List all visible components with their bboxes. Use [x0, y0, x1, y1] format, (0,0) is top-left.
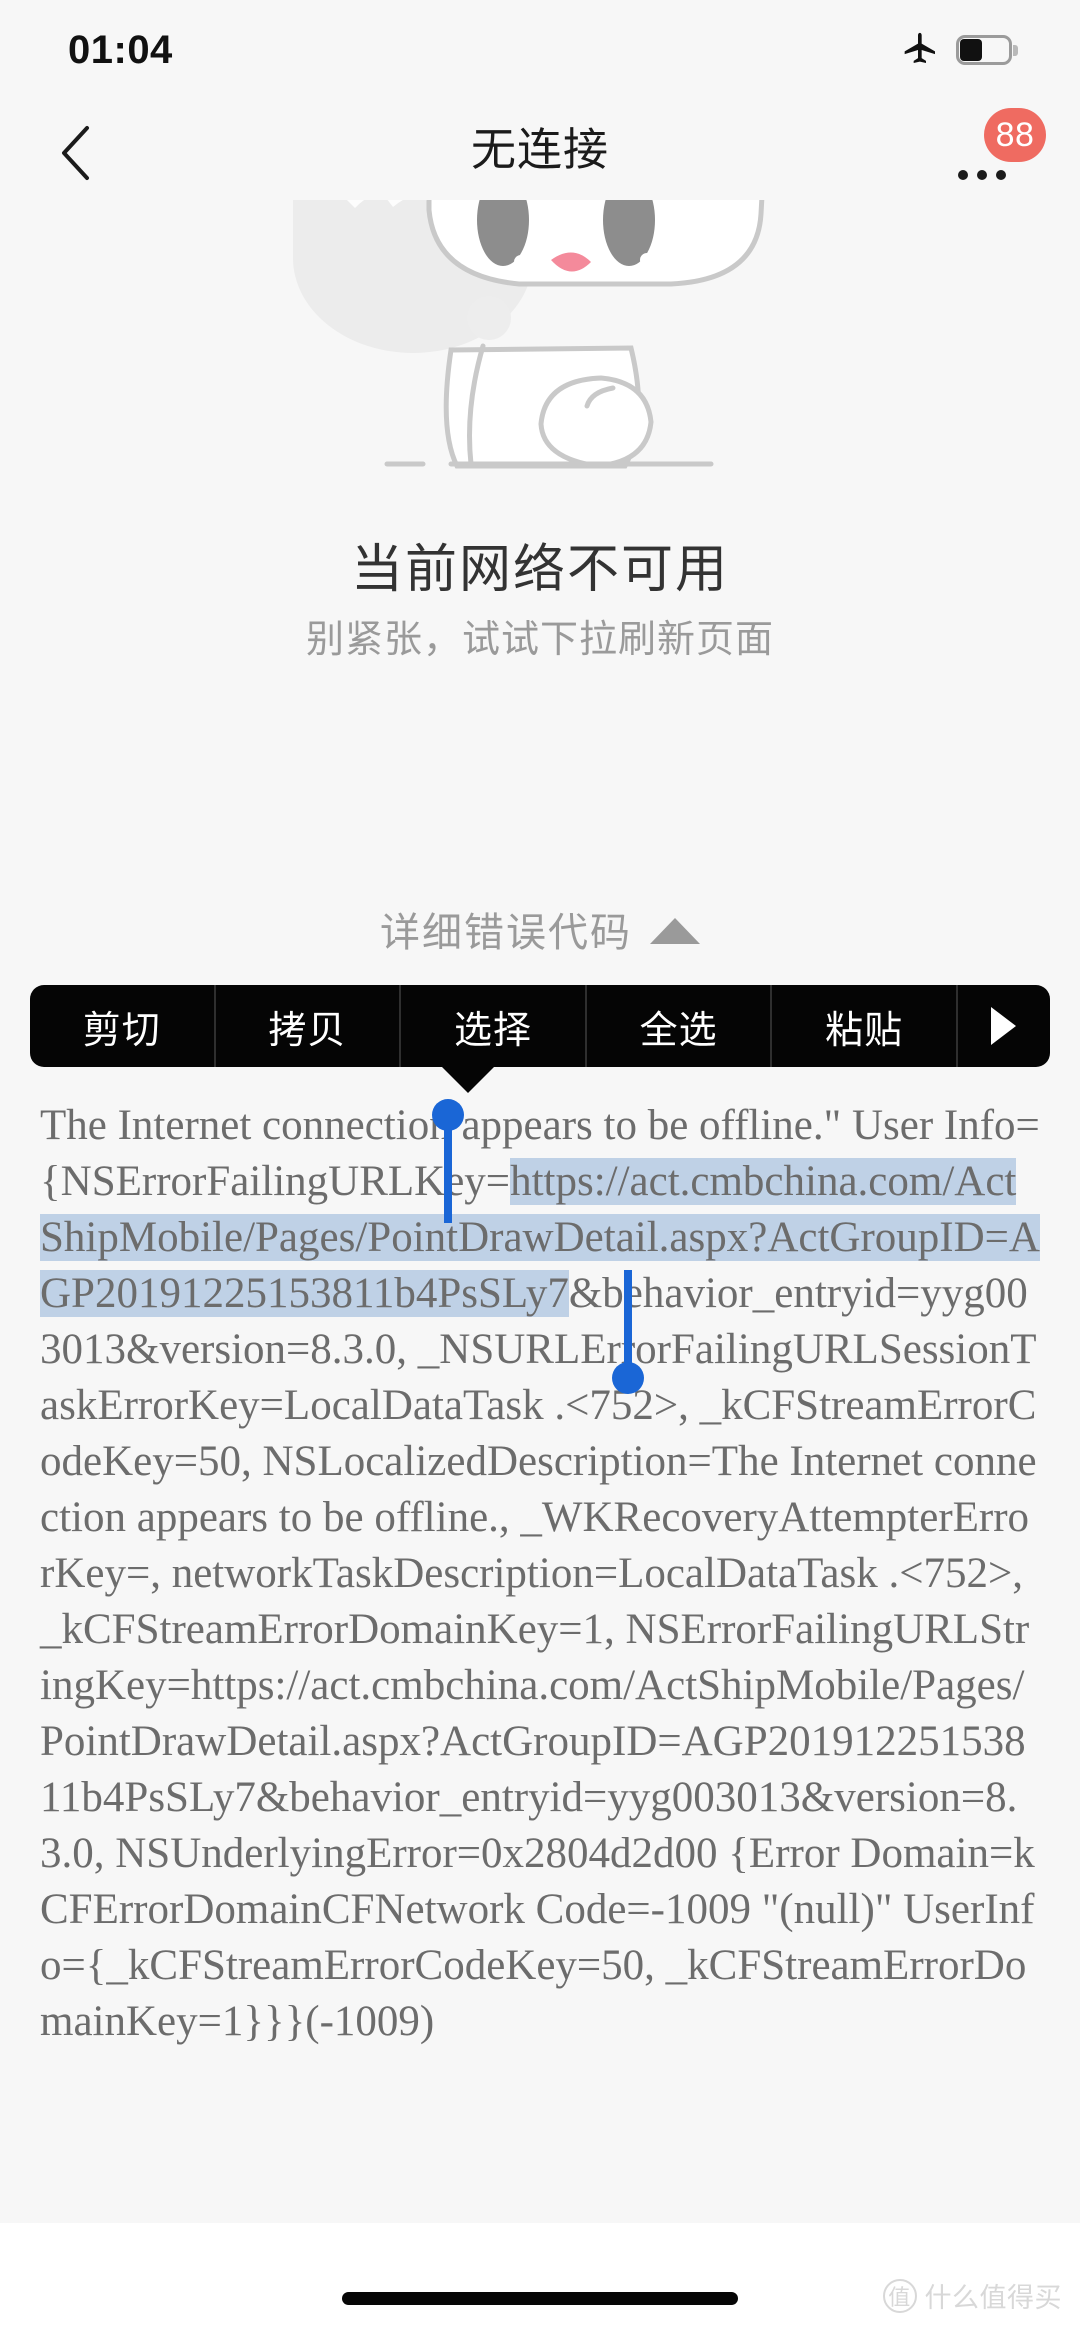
watermark-logo-icon: 值 — [882, 2278, 917, 2313]
detail-error-code-label: 详细错误代码 — [380, 911, 632, 955]
context-menu-item-select-all[interactable]: 全选 — [587, 985, 773, 1067]
text-selection-context-menu: 剪切 拷贝 选择 全选 粘贴 — [30, 985, 1050, 1093]
watermark: 值 什么值得买 — [882, 2276, 1063, 2315]
empty-state-subtitle: 别紧张，试试下拉刷新页面 — [305, 619, 774, 661]
selection-handle-end[interactable] — [612, 1270, 644, 1394]
context-menu-more-button[interactable] — [958, 985, 1050, 1067]
status-bar-time: 01:04 — [68, 27, 173, 72]
status-bar-indicators — [900, 30, 1018, 70]
error-detail-text[interactable]: The Internet connection appears to be of… — [0, 1098, 1080, 2223]
offline-cat-illustration — [0, 200, 1080, 500]
app-screen: 01:04 无连接 88 当前网络不可用 别紧张，试试下拉刷新页面 详细错误代码… — [0, 0, 1080, 2339]
status-bar: 01:04 — [0, 0, 1080, 90]
context-menu-pointer — [442, 1067, 494, 1093]
more-options-button[interactable]: 88 — [950, 108, 1046, 194]
more-options-icon — [958, 170, 1006, 180]
detail-error-code-toggle[interactable]: 详细错误代码 — [0, 900, 1080, 958]
context-menu-item-copy[interactable]: 拷贝 — [216, 985, 402, 1067]
battery-icon — [956, 35, 1018, 65]
navigation-bar: 无连接 88 — [0, 90, 1080, 200]
bottom-bar: 值 什么值得买 — [0, 2223, 1080, 2339]
triangle-right-icon — [991, 1007, 1017, 1045]
triangle-up-icon — [650, 918, 700, 944]
empty-state-title: 当前网络不可用 — [350, 541, 729, 599]
airplane-mode-icon — [900, 30, 940, 70]
context-menu-item-paste[interactable]: 粘贴 — [772, 985, 958, 1067]
page-title: 无连接 — [470, 123, 609, 175]
selection-handle-start[interactable] — [432, 1099, 464, 1223]
context-menu-item-select[interactable]: 选择 — [401, 985, 587, 1067]
watermark-label: 什么值得买 — [924, 2283, 1062, 2313]
home-indicator[interactable] — [342, 2292, 738, 2305]
notification-badge: 88 — [984, 108, 1046, 162]
error-text-segment: &behavior_entryid=yyg003013&version=8.3.… — [40, 1270, 1037, 2045]
context-menu-item-cut[interactable]: 剪切 — [30, 985, 216, 1067]
